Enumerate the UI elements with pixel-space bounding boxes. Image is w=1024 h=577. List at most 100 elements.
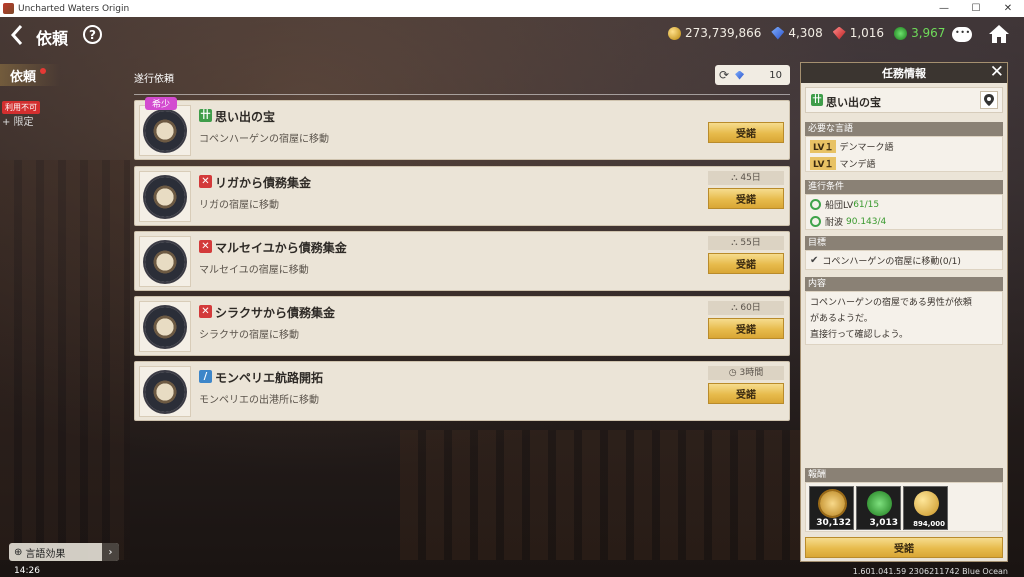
reward-item[interactable]: 3,013 [856, 486, 901, 530]
clock-time: 14:26 [14, 566, 40, 576]
reward-value: 30,132 [816, 518, 851, 528]
quest-portrait [139, 236, 191, 287]
home-icon[interactable] [988, 24, 1010, 49]
quest-row[interactable]: ✕ マルセイユから債務集金 マルセイユの宿屋に移動 ⛬ 55日 受諾 [134, 231, 790, 291]
quest-title: マルセイユから債務集金 [215, 241, 347, 255]
level-badge: LV１ [810, 157, 837, 170]
list-title: 遂行依頼 [134, 74, 174, 85]
accept-button[interactable]: 受諾 [708, 383, 784, 404]
quest-duration: ⛬ 60日 [708, 301, 784, 315]
red-gem-icon [832, 26, 846, 40]
currency-value: 1,016 [849, 26, 885, 40]
quest-desc: モンペリエの出港所に移動 [199, 395, 319, 406]
quest-title: リガから債務集金 [215, 176, 312, 190]
quest-desc: マルセイユの宿屋に移動 [199, 265, 309, 276]
condition-label: 耐波 [825, 218, 844, 228]
quest-row[interactable]: / モンペリエ航路開拓 モンペリエの出港所に移動 ◷ 3時間 受諾 [134, 361, 790, 421]
quest-desc: シラクサの宿屋に移動 [199, 330, 299, 341]
category-icon: ✕ [199, 305, 212, 318]
duration-icon: ⛬ [731, 238, 741, 248]
category-icon: ✕ [199, 175, 212, 188]
compass-emblem-icon [145, 110, 185, 151]
back-button[interactable] [10, 24, 24, 50]
duration-value: 3時間 [739, 368, 764, 378]
duration-value: 60日 [740, 303, 761, 313]
currency-value: 273,739,866 [685, 26, 762, 40]
currency-bar: 273,739,866 4,308 1,016 3,967 [668, 26, 955, 40]
chevron-right-icon: › [102, 543, 119, 561]
clock-icon: ◷ [728, 368, 740, 378]
accept-button[interactable]: 受諾 [708, 318, 784, 339]
quest-duration: ⛬ 45日 [708, 171, 784, 185]
gold-coin-icon [914, 491, 939, 516]
accept-button[interactable]: 受諾 [708, 122, 784, 143]
quest-portrait [139, 105, 191, 156]
quest-desc: リガの宿屋に移動 [199, 200, 279, 211]
map-pin-icon [984, 94, 994, 106]
panel-quest-title: 思い出の宝 [826, 96, 881, 109]
quest-duration: ⛬ 55日 [708, 236, 784, 250]
goal-text: コペンハーゲンの宿屋に移動(0/1) [822, 257, 961, 267]
section-header-rewards: 報酬 [805, 468, 1003, 482]
condition-item: 船団LV 61/15 [810, 198, 879, 211]
content-line: コペンハーゲンの宿屋である男性が依頼 [810, 298, 972, 308]
currency-value: 3,967 [911, 26, 946, 40]
goal-item: ✔ コペンハーゲンの宿屋に移動(0/1) [810, 254, 961, 267]
panel-header: 任務情報 ✕ [801, 62, 1007, 83]
currency-gold: 273,739,866 [668, 26, 761, 40]
blue-gem-icon [771, 26, 785, 40]
currency-blue-gem: 4,308 [771, 26, 823, 40]
accept-button[interactable]: 受諾 [708, 253, 784, 274]
medal-icon [820, 491, 845, 516]
language-name: マンデ語 [839, 160, 876, 170]
map-pin-button[interactable] [980, 91, 998, 109]
check-ring-icon [810, 216, 821, 227]
panel-title: 任務情報 [882, 67, 926, 80]
refresh-count: 10 [769, 69, 782, 81]
window-titlebar: Uncharted Waters Origin — ☐ ✕ [0, 0, 1024, 17]
compass-emblem-icon [145, 371, 185, 412]
duration-value: 55日 [740, 238, 761, 248]
currency-red-gem: 1,016 [832, 26, 885, 40]
close-icon[interactable]: ✕ [990, 62, 1004, 82]
globe-icon: ⊕ [14, 546, 23, 558]
chat-icon[interactable] [952, 27, 972, 42]
help-button[interactable]: ? [83, 25, 102, 44]
language-effect-button[interactable]: ⊕ 言語効果 › [9, 543, 119, 561]
background-bookshelf [400, 430, 800, 560]
language-name: デンマーク語 [839, 143, 894, 153]
accept-button[interactable]: 受諾 [708, 188, 784, 209]
rewards-box: 30,132 3,013 894,000 [805, 482, 1003, 532]
language-item: LV１ マンデ語 [810, 157, 875, 170]
version-text: 1.601.041.59 2306211742 Blue Ocean [852, 567, 1008, 576]
goal-box: ✔ コペンハーゲンの宿屋に移動(0/1) [805, 250, 1003, 270]
sidebar-item-request[interactable]: 依頼 [10, 66, 36, 85]
divider [134, 94, 790, 95]
panel-accept-button[interactable]: 受諾 [805, 537, 1003, 558]
condition-item: 耐波 90.143/4 [810, 215, 886, 228]
quest-row[interactable]: 希少 卄 思い出の宝 コペンハーゲンの宿屋に移動 受諾 [134, 97, 790, 160]
quest-row[interactable]: ✕ リガから債務集金 リガの宿屋に移動 ⛬ 45日 受諾 [134, 166, 790, 226]
quest-duration: ◷ 3時間 [708, 366, 784, 380]
duration-value: 45日 [740, 173, 761, 183]
reward-item[interactable]: 894,000 [903, 486, 948, 530]
conditions-list: 船団LV 61/15 耐波 90.143/4 [805, 194, 1003, 230]
minimize-button[interactable]: — [928, 0, 960, 17]
compass-emblem-icon [145, 241, 185, 282]
compass-emblem-icon [145, 176, 185, 217]
quest-title: モンペリエ航路開拓 [215, 371, 324, 385]
blue-gem-icon [735, 70, 745, 80]
close-window-button[interactable]: ✕ [992, 0, 1024, 17]
category-icon: ✕ [199, 240, 212, 253]
section-header-content: 内容 [805, 277, 1003, 291]
compass-emblem-icon [145, 306, 185, 347]
notification-dot [40, 68, 46, 74]
reward-value: 3,013 [869, 518, 898, 528]
reward-item[interactable]: 30,132 [809, 486, 854, 530]
gold-coin-icon [668, 26, 681, 40]
currency-value: 4,308 [788, 26, 823, 40]
quest-row[interactable]: ✕ シラクサから債務集金 シラクサの宿屋に移動 ⛬ 60日 受諾 [134, 296, 790, 356]
maximize-button[interactable]: ☐ [960, 0, 992, 17]
refresh-button[interactable]: ⟳ 10 [715, 65, 790, 85]
sidebar-item-limited[interactable]: + 限定 [2, 113, 34, 128]
